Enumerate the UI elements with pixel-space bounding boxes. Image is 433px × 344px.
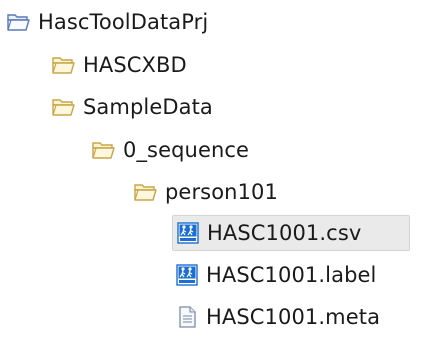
tree-item-label: HASCXBD [83,52,187,77]
tree-item-folder-sampledata[interactable]: SampleData [51,89,213,125]
tree-item-project[interactable]: HascToolDataPrj [6,4,208,40]
tree-item-label: person101 [165,179,278,204]
tree-item-folder-0-sequence[interactable]: 0_sequence [91,132,249,168]
tree-item-label: HASC1001.label [206,262,377,287]
hasc-data-file-icon [174,264,200,286]
tree-item-file-csv[interactable]: HASC1001.csv [172,215,410,251]
tree-item-file-meta[interactable]: HASC1001.meta [174,299,380,335]
tree-item-label: SampleData [83,94,213,119]
open-folder-icon [51,96,77,118]
tree-item-folder-person101[interactable]: person101 [133,174,278,210]
open-folder-icon [51,54,77,76]
open-folder-icon [133,181,159,203]
tree-item-label: 0_sequence [123,137,250,162]
hasc-data-file-icon [175,222,201,244]
tree-item-label: HASC1001.csv [207,220,362,245]
tree-item-file-label[interactable]: HASC1001.label [174,257,376,293]
open-project-folder-icon [6,11,32,33]
open-folder-icon [91,139,117,161]
text-file-icon [174,306,200,328]
tree-item-label: HASC1001.meta [206,304,381,329]
tree-item-folder-hascxbd[interactable]: HASCXBD [51,47,187,83]
tree-item-label: HascToolDataPrj [38,9,209,34]
